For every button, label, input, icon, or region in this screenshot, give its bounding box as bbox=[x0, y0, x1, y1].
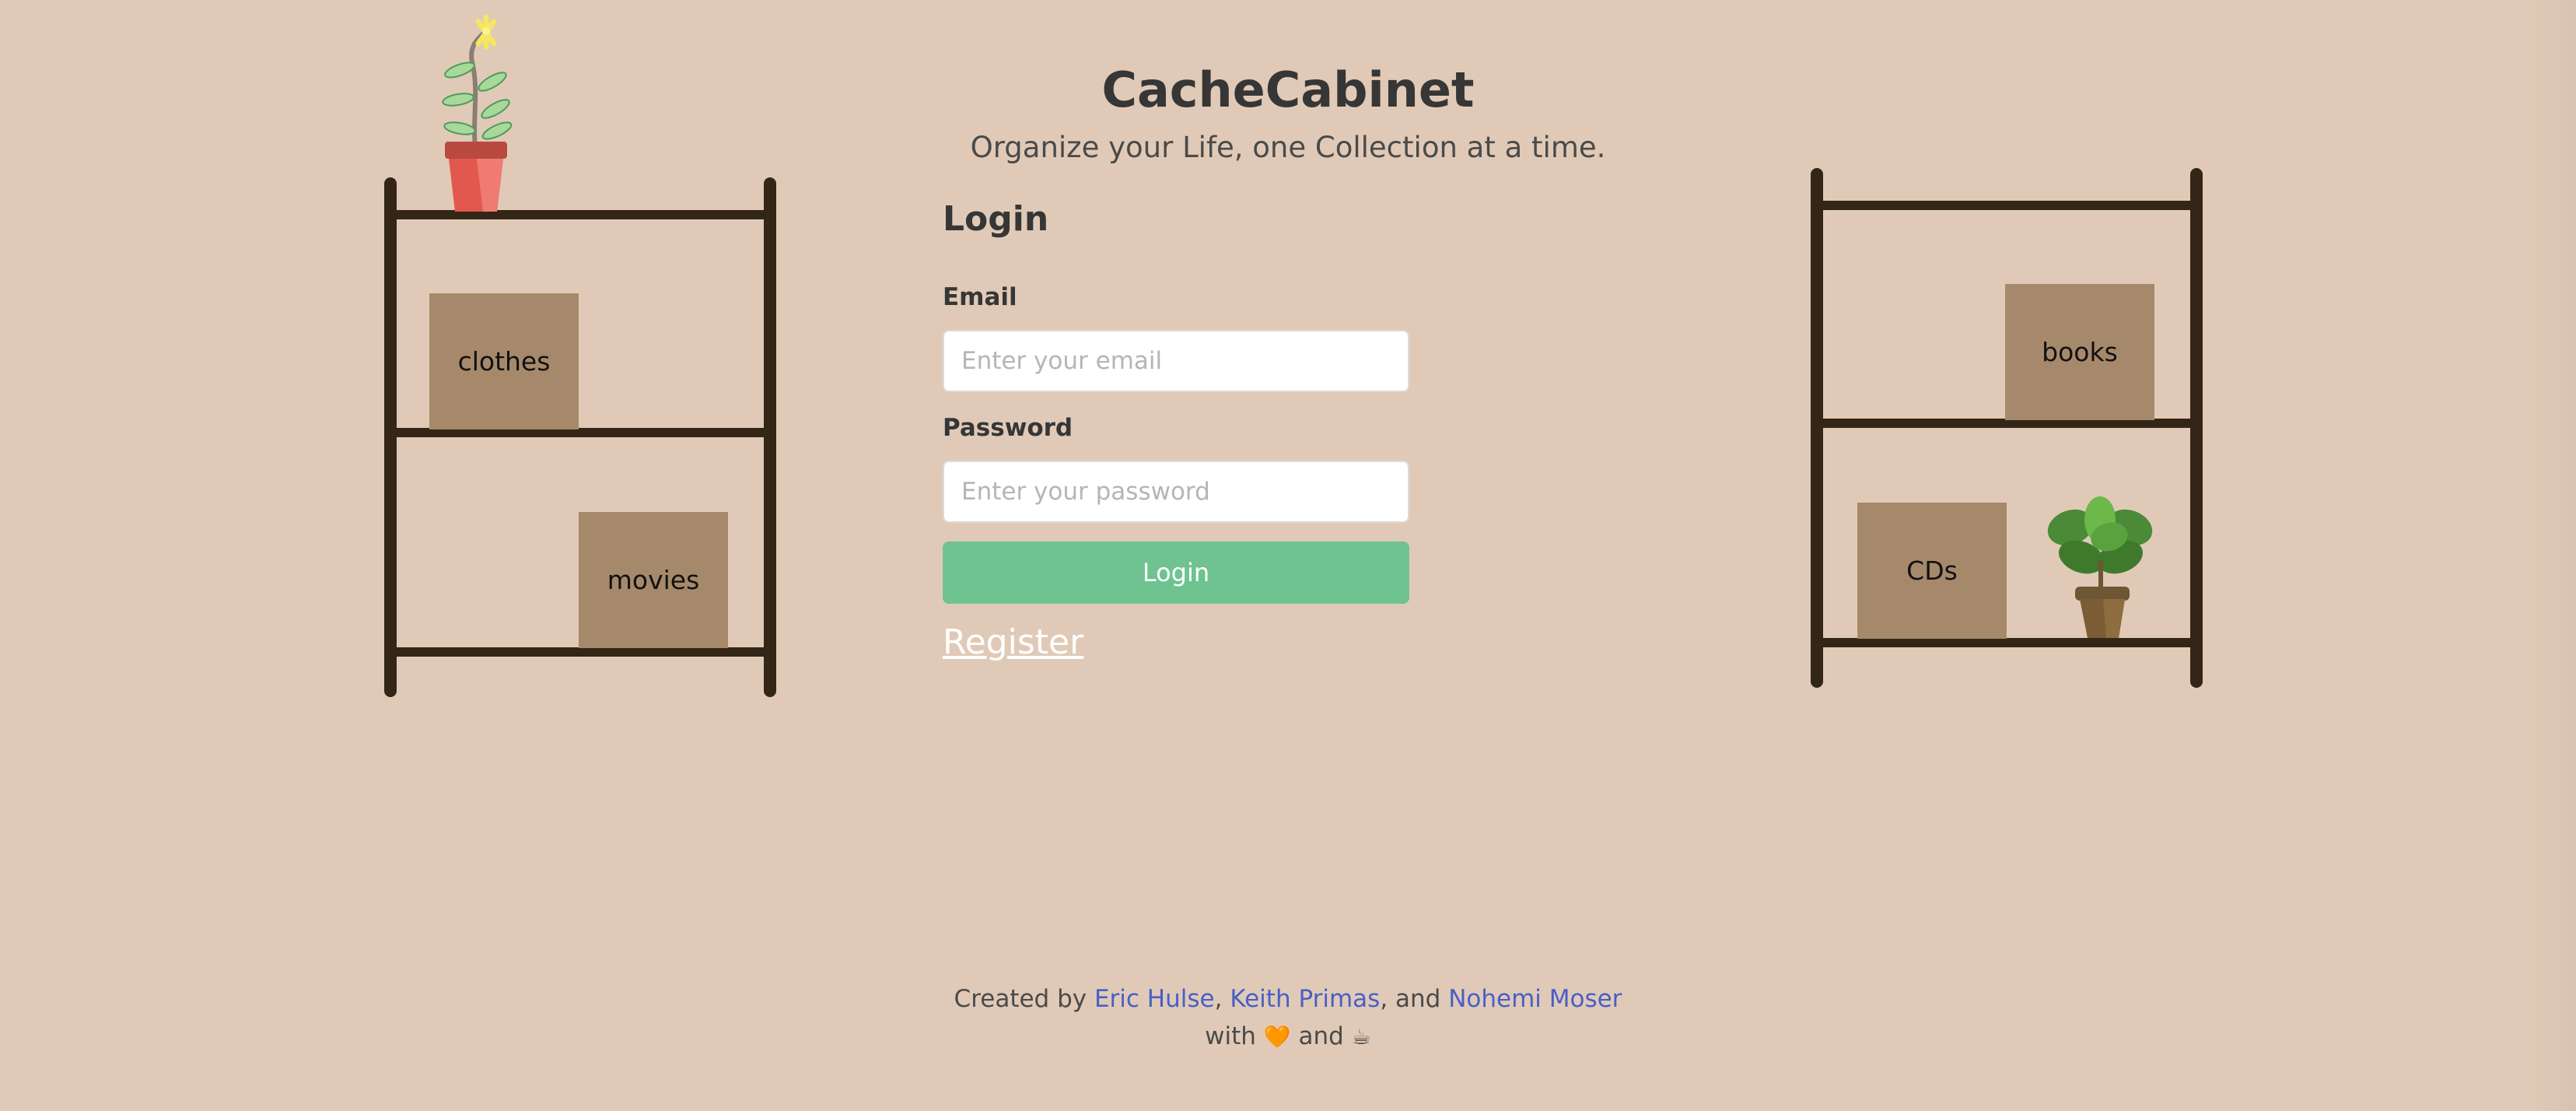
right-shelf-post-left bbox=[1811, 168, 1823, 688]
login-heading: Login bbox=[943, 199, 1049, 239]
email-field[interactable] bbox=[943, 330, 1409, 392]
right-shelf-board-top bbox=[1817, 201, 2196, 210]
left-shelf-post-right bbox=[764, 177, 776, 697]
author-link-keith-primas[interactable]: Keith Primas bbox=[1230, 985, 1380, 1013]
footer-credits: Created by Eric Hulse, Keith Primas, and… bbox=[0, 985, 2576, 1013]
email-label: Email bbox=[943, 283, 1017, 311]
box-cds: CDs bbox=[1857, 503, 2007, 639]
footer-with: with bbox=[1205, 1022, 1256, 1050]
heart-emoji: 🧡 bbox=[1263, 1024, 1291, 1050]
register-link[interactable]: Register bbox=[943, 622, 1083, 662]
login-button[interactable]: Login bbox=[943, 541, 1409, 604]
app-subtitle: Organize your Life, one Collection at a … bbox=[970, 131, 1606, 164]
footer-and: , and bbox=[1380, 985, 1441, 1013]
footer-made-with: with 🧡 and ☕ bbox=[0, 1022, 2576, 1050]
footer-and-word: and bbox=[1298, 1022, 1344, 1050]
box-books: books bbox=[2005, 284, 2154, 420]
coffee-emoji: ☕ bbox=[1351, 1024, 1371, 1050]
right-shelf-post-right bbox=[2190, 168, 2203, 688]
window-edge-shadow bbox=[2529, 0, 2576, 1111]
footer-comma: , bbox=[1214, 985, 1223, 1013]
box-movies: movies bbox=[579, 512, 728, 648]
app-title: CacheCabinet bbox=[1101, 61, 1475, 118]
left-shelf-post-left bbox=[384, 177, 397, 697]
author-link-eric-hulse[interactable]: Eric Hulse bbox=[1094, 985, 1215, 1013]
author-link-nohemi-moser[interactable]: Nohemi Moser bbox=[1448, 985, 1622, 1013]
footer-created-by: Created by bbox=[954, 985, 1087, 1013]
flower-pot-icon bbox=[442, 14, 513, 212]
box-clothes: clothes bbox=[429, 293, 579, 429]
password-field[interactable] bbox=[943, 461, 1409, 523]
left-shelf-board-bottom bbox=[390, 647, 770, 657]
leafy-plant-icon bbox=[2047, 496, 2153, 638]
password-label: Password bbox=[943, 414, 1073, 442]
